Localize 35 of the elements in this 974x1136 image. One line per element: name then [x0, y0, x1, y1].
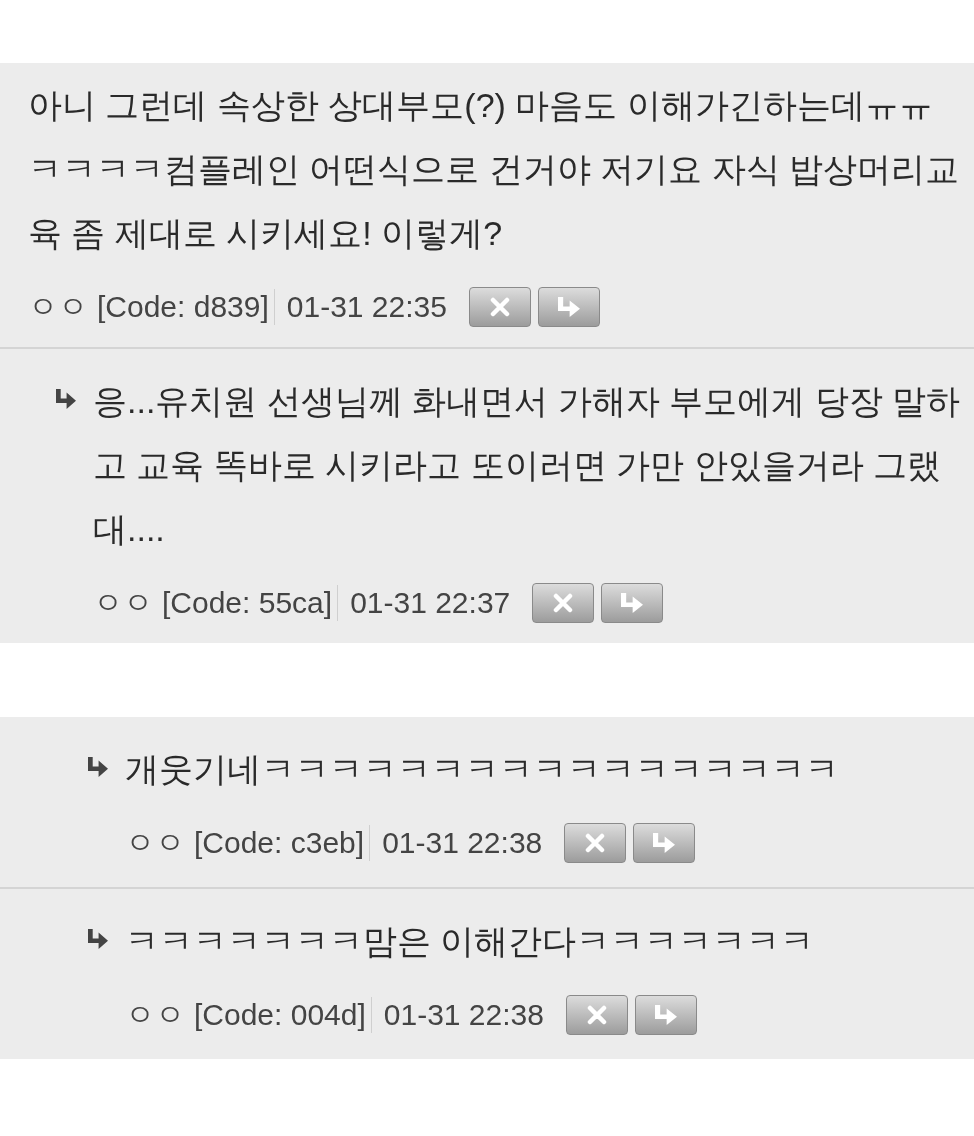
author-name: ㅇㅇ: [28, 289, 88, 325]
cross-icon: [584, 833, 607, 853]
comment-time: 01-31 22:38: [383, 997, 544, 1033]
author-name: ㅇㅇ: [93, 585, 153, 621]
comment-time: 01-31 22:38: [382, 825, 543, 861]
cross-icon: [488, 297, 511, 317]
reply-button[interactable]: [537, 287, 600, 327]
author-code: [Code: 004d]: [194, 997, 366, 1033]
reply-arrow-icon: [557, 297, 580, 317]
cross-icon: [585, 1005, 608, 1025]
reply-arrow-icon: [56, 389, 76, 409]
reply-arrow-icon: [88, 757, 108, 777]
author-code: [Code: 55ca]: [162, 585, 333, 621]
comment-text: ㅋㅋㅋㅋㅋㅋㅋ맘은 이해간다ㅋㅋㅋㅋㅋㅋㅋ: [125, 921, 816, 962]
delete-button[interactable]: [564, 823, 627, 863]
comment-time: 01-31 22:37: [350, 585, 511, 621]
reply-arrow-icon: [88, 929, 108, 949]
author-code: [Code: c3eb]: [194, 825, 365, 861]
reply-button[interactable]: [633, 823, 696, 863]
reply-button[interactable]: [601, 583, 664, 623]
author-code: [Code: d839]: [97, 289, 269, 325]
delete-button[interactable]: [532, 583, 595, 623]
author-name: ㅇㅇ: [125, 997, 185, 1033]
reply-arrow-icon: [654, 1005, 677, 1025]
comment-time: 01-31 22:35: [286, 289, 447, 325]
comment-text: 아니 그런데 속상한 상대부모(?) 마음도 이해가긴하는데ㅠㅠㅋㅋㅋㅋ컴플레인 어떤식으로 건거야 저기요 자식 밥상머리교육 좀 제대로 시키세요! 이렇게?: [28, 85, 961, 254]
reply-button[interactable]: [634, 995, 697, 1035]
delete-button[interactable]: [468, 287, 531, 327]
cross-icon: [552, 593, 575, 613]
reply-arrow-icon: [653, 833, 676, 853]
delete-button[interactable]: [565, 995, 628, 1035]
author-name: ㅇㅇ: [125, 825, 185, 861]
comment-text: 응...유치원 선생님께 화내면서 가해자 부모에게 당장 말하고 교육 똑바로 시키라고 또이러면 가만 안있을거라 그랬대....: [93, 381, 962, 550]
reply-arrow-icon: [621, 593, 644, 613]
comment-text: 개웃기네ㅋㅋㅋㅋㅋㅋㅋㅋㅋㅋㅋㅋㅋㅋㅋㅋㅋ: [125, 749, 840, 790]
